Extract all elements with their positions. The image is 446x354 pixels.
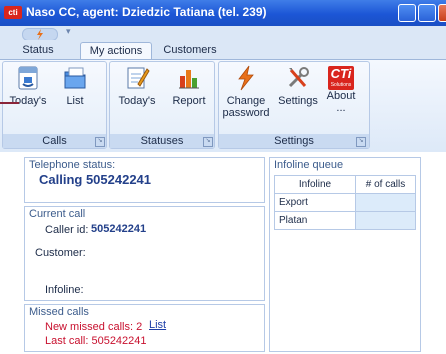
calls-list-button[interactable]: List bbox=[55, 64, 95, 107]
calls-count-cell bbox=[355, 193, 416, 212]
caller-id-label: Caller id: bbox=[45, 224, 89, 236]
settings-label: Settings bbox=[278, 95, 318, 107]
ribbon-group-settings: Change password Settings CTi Solutions A… bbox=[218, 61, 370, 149]
cti-logo-subtext: Solutions bbox=[330, 82, 352, 88]
statuses-report-button[interactable]: Report bbox=[166, 64, 212, 107]
calendar-phone-icon bbox=[18, 66, 38, 90]
ribbon-group-statuses: Today's Report Statuses ↘ bbox=[109, 61, 215, 149]
column-header-infoline[interactable]: Infoline bbox=[274, 175, 356, 194]
calls-group-caption: Calls bbox=[3, 134, 106, 148]
tab-strip bbox=[0, 40, 446, 59]
change-password-button[interactable]: Change password bbox=[219, 64, 273, 119]
calls-group-launcher-icon[interactable]: ↘ bbox=[95, 137, 105, 147]
app-logo-icon[interactable]: cti bbox=[4, 6, 22, 19]
tab-customers[interactable]: Customers bbox=[158, 42, 222, 59]
infoline-queue-table: Infoline # of calls Export Platan bbox=[274, 175, 416, 230]
statuses-today-label: Today's bbox=[118, 95, 156, 107]
note-pencil-icon bbox=[127, 67, 150, 89]
lightning-bolt-icon bbox=[238, 65, 254, 91]
table-row[interactable]: Export bbox=[274, 193, 416, 212]
calls-today-button[interactable]: Today's bbox=[5, 64, 51, 107]
column-header-calls[interactable]: # of calls bbox=[355, 175, 416, 194]
infoline-cell: Export bbox=[274, 193, 356, 212]
change-password-label: Change password bbox=[222, 95, 270, 119]
minimize-button[interactable] bbox=[398, 4, 416, 22]
bar-chart-icon bbox=[179, 70, 199, 89]
settings-group-launcher-icon[interactable]: ↘ bbox=[356, 137, 366, 147]
missed-calls-panel: Missed calls New missed calls: 2 List La… bbox=[24, 304, 265, 352]
about-button[interactable]: CTi Solutions About ... bbox=[321, 64, 361, 114]
current-call-title: Current call bbox=[29, 208, 86, 220]
missed-calls-title: Missed calls bbox=[29, 306, 89, 318]
calls-list-label: List bbox=[66, 95, 84, 107]
folder-list-icon bbox=[64, 67, 86, 89]
table-row[interactable]: Platan bbox=[274, 211, 416, 230]
missed-calls-list-link[interactable]: List bbox=[149, 319, 166, 331]
window-title: Naso CC, agent: Dziedzic Tatiana (tel. 2… bbox=[26, 5, 267, 19]
last-call-text: Last call: 505242241 bbox=[45, 335, 147, 347]
new-missed-calls-text: New missed calls: 2 bbox=[45, 321, 143, 333]
telephone-status-panel: Telephone status: Calling 505242241 bbox=[24, 157, 265, 203]
infoline-queue-title: Infoline queue bbox=[274, 159, 344, 171]
maximize-button[interactable] bbox=[418, 4, 436, 22]
pointer-line bbox=[0, 102, 19, 104]
table-header-row: Infoline # of calls bbox=[274, 175, 416, 194]
customer-label: Customer: bbox=[35, 247, 86, 259]
cti-logo-text: CTi bbox=[330, 66, 352, 81]
settings-button[interactable]: Settings bbox=[275, 64, 321, 107]
tools-icon bbox=[288, 67, 309, 88]
cti-logo-icon: CTi Solutions bbox=[328, 66, 354, 90]
infoline-label: Infoline: bbox=[45, 284, 84, 296]
statuses-today-button[interactable]: Today's bbox=[112, 64, 162, 107]
about-label: About ... bbox=[326, 90, 356, 114]
current-call-panel: Current call Caller id: 505242241 Custom… bbox=[24, 206, 265, 301]
calls-today-label: Today's bbox=[9, 95, 47, 107]
tab-status[interactable]: Status bbox=[14, 42, 62, 59]
caller-id-value: 505242241 bbox=[91, 223, 147, 235]
ribbon-group-calls: Today's List Calls ↘ bbox=[2, 61, 107, 149]
settings-group-caption: Settings bbox=[219, 134, 369, 148]
lightning-icon[interactable] bbox=[35, 29, 45, 40]
telephone-status-title: Telephone status: bbox=[29, 159, 116, 171]
close-button[interactable] bbox=[438, 4, 446, 22]
tab-my-actions[interactable]: My actions bbox=[80, 42, 152, 60]
infoline-queue-panel: Infoline queue Infoline # of calls Expor… bbox=[269, 157, 421, 352]
telephone-status-value: Calling 505242241 bbox=[39, 172, 152, 187]
calls-count-cell bbox=[355, 211, 416, 230]
statuses-report-label: Report bbox=[172, 95, 206, 107]
statuses-group-launcher-icon[interactable]: ↘ bbox=[203, 137, 213, 147]
quick-access-dropdown-icon[interactable]: ▾ bbox=[66, 26, 71, 37]
infoline-cell: Platan bbox=[274, 211, 356, 230]
statuses-group-caption: Statuses bbox=[110, 134, 214, 148]
